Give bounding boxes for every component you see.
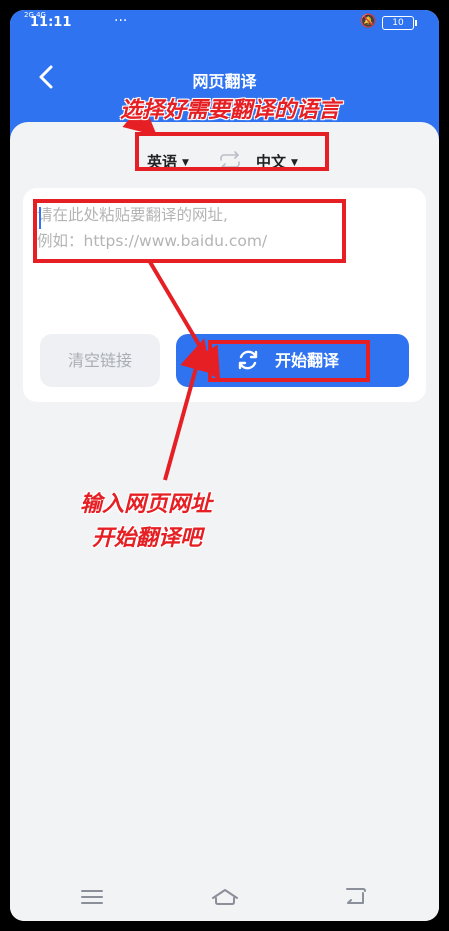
annotation-choose-language: 选择好需要翻译的语言 (120, 98, 341, 123)
annotation-enter-url: 输入网页网址 (80, 492, 213, 517)
annotation-arrows (122, 102, 221, 481)
annotation-start-translate: 开始翻译吧 (92, 526, 203, 551)
